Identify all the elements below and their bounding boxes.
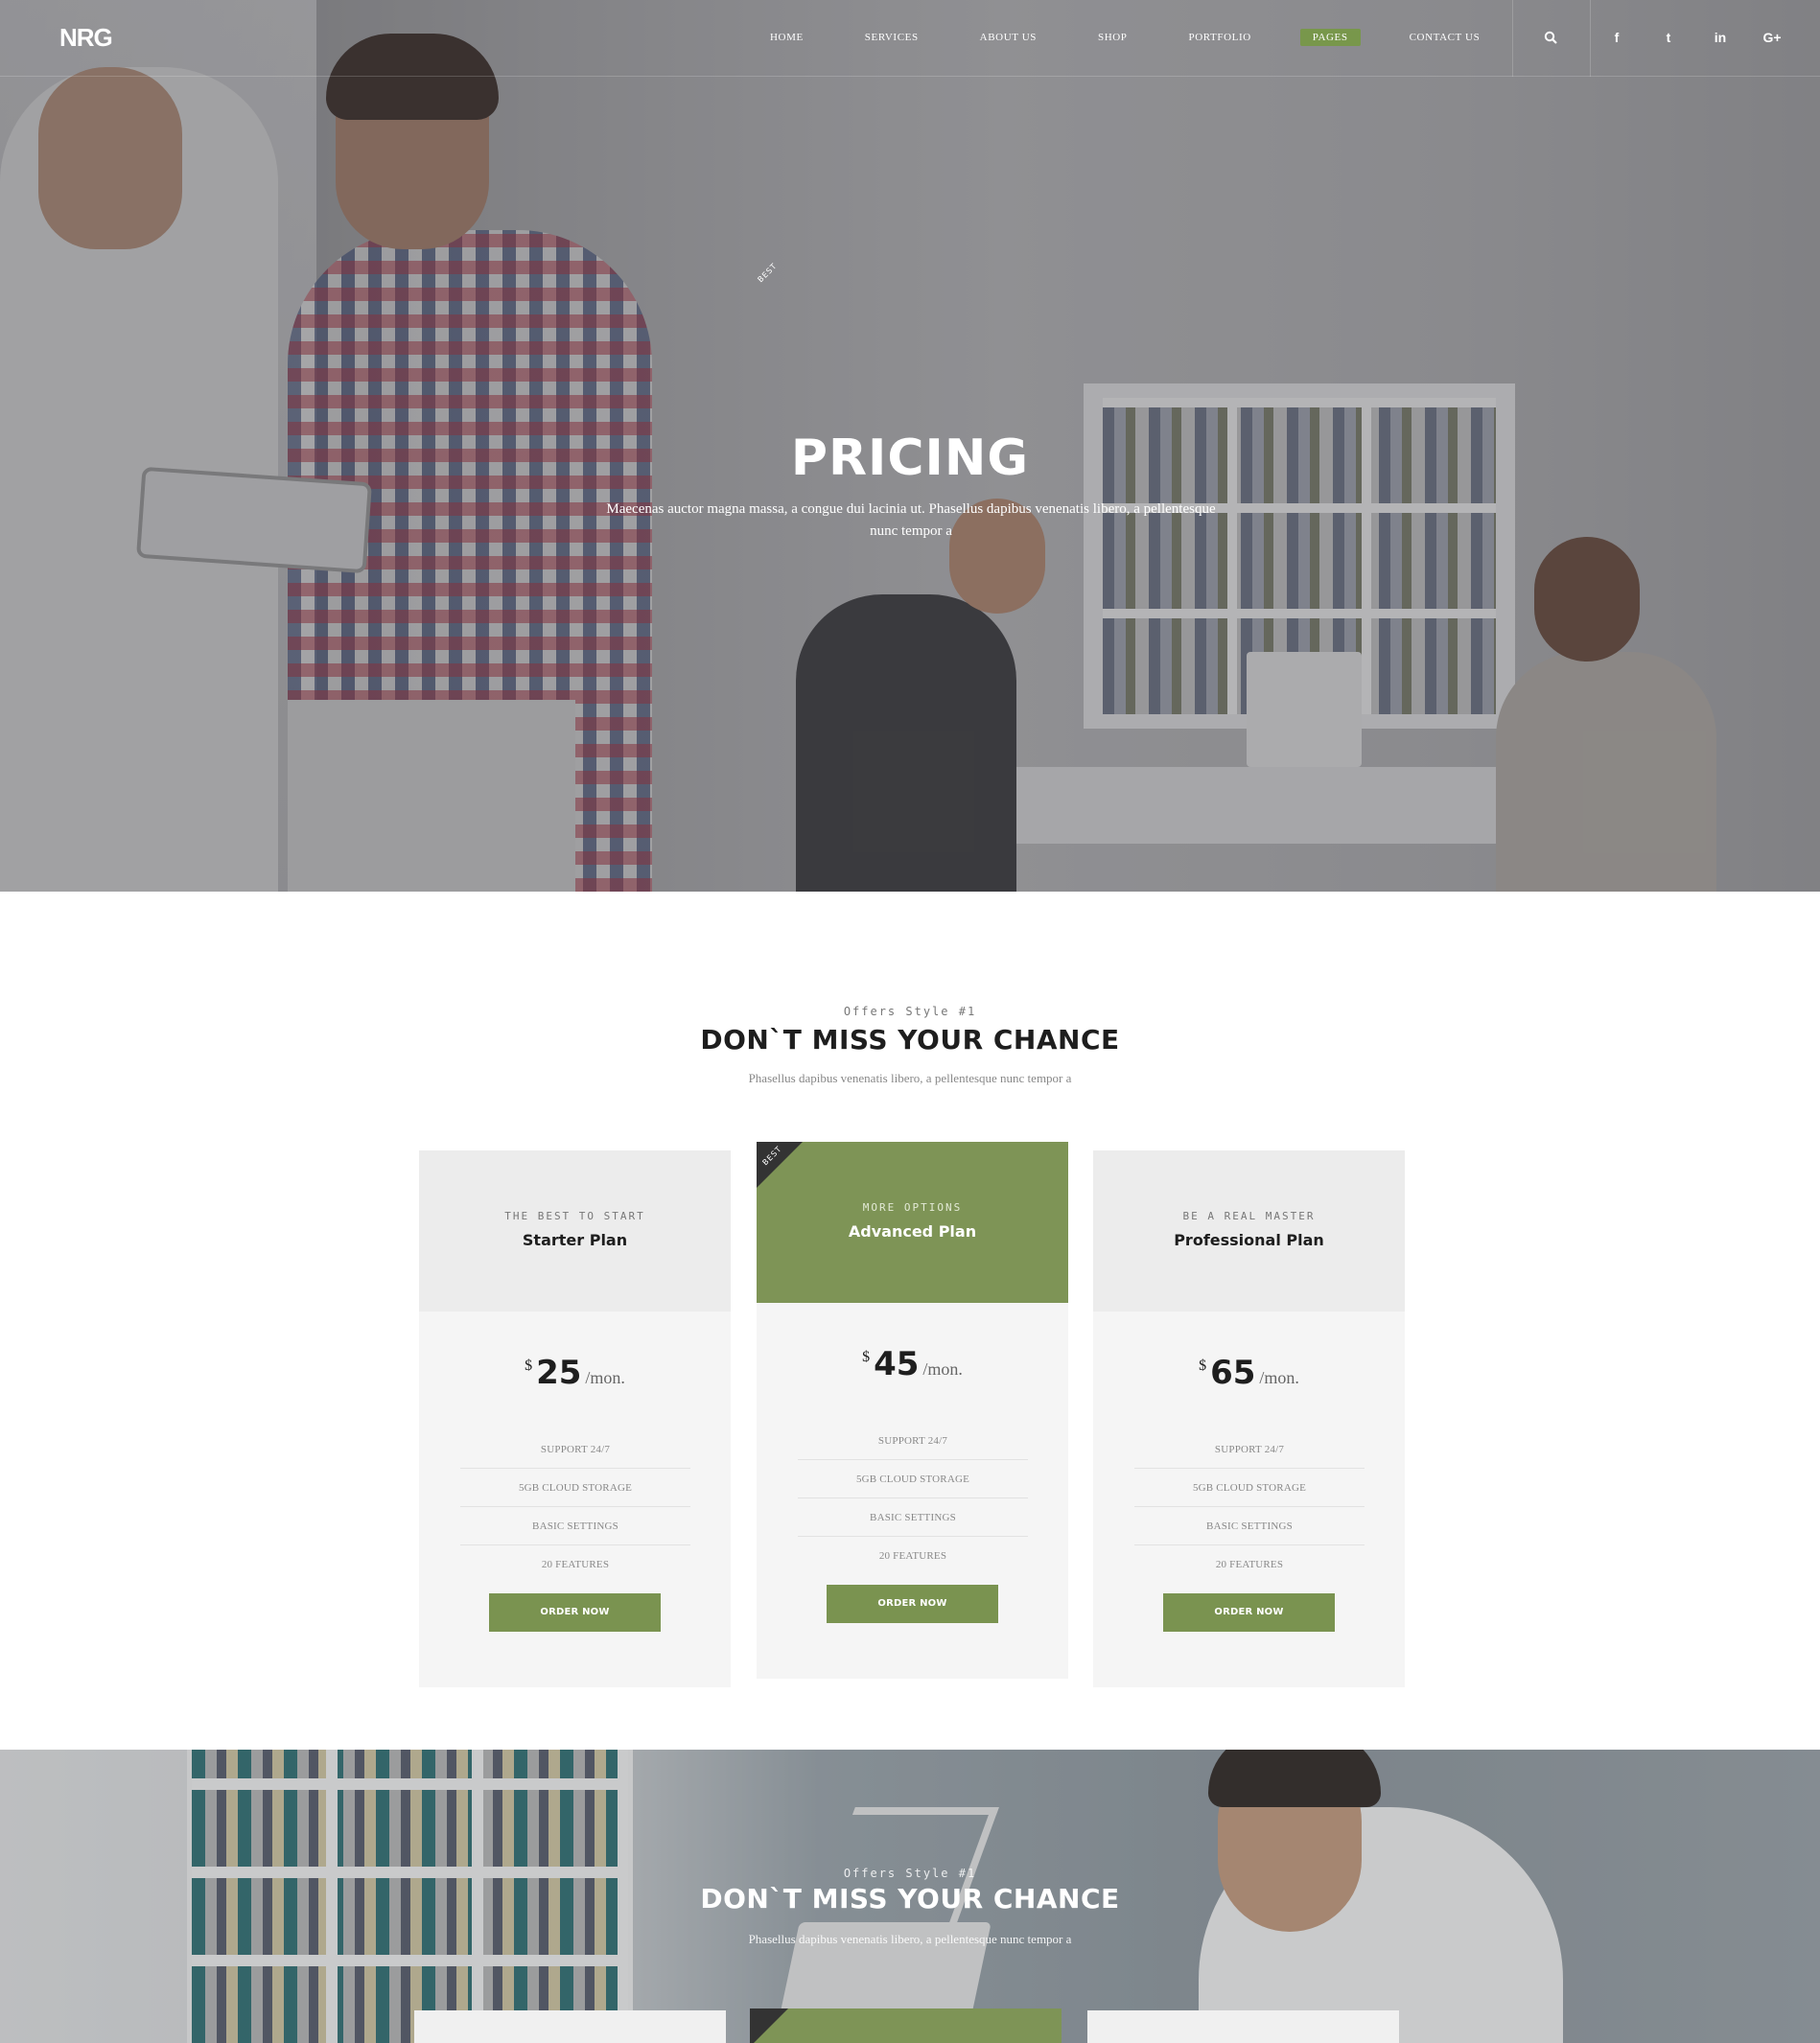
offers-title: DON`T MISS YOUR CHANCE — [700, 1024, 1120, 1056]
nav-divider — [1590, 0, 1591, 77]
price-currency: $ — [525, 1358, 533, 1374]
pricing-card-header: BEST MORE OPTIONS Advanced Plan — [757, 1142, 1068, 1303]
google-plus-icon[interactable]: G+ — [1760, 25, 1785, 50]
plan-name: Advanced Plan — [848, 1222, 977, 1241]
price-amount: 45 — [874, 1345, 920, 1383]
menu-item-about-us[interactable]: ABOUT US — [968, 29, 1049, 46]
plan-features: SUPPORT 24/7 5GB CLOUD STORAGE BASIC SET… — [798, 1422, 1028, 1575]
plan-price: $ 45 /mon. — [757, 1345, 1068, 1383]
logo[interactable]: NRG — [59, 23, 113, 53]
menu-item-services[interactable]: SERVICES — [852, 29, 931, 46]
facebook-icon[interactable]: f — [1604, 25, 1629, 50]
feature-item: SUPPORT 24/7 — [1134, 1430, 1365, 1469]
order-now-button[interactable]: ORDER NOW — [827, 1585, 998, 1623]
hero-title: PRICING — [790, 429, 1030, 487]
price-period: /mon. — [585, 1368, 625, 1387]
feature-item: 5GB CLOUD STORAGE — [460, 1469, 690, 1507]
banner-card-featured — [750, 2008, 1062, 2043]
price-period: /mon. — [1259, 1368, 1299, 1387]
feature-item: BASIC SETTINGS — [1134, 1507, 1365, 1545]
feature-item: 20 FEATURES — [878, 1550, 947, 1562]
banner-card-left — [414, 2010, 726, 2043]
plan-features: SUPPORT 24/7 5GB CLOUD STORAGE BASIC SET… — [1134, 1430, 1365, 1584]
price-amount: 65 — [1210, 1354, 1256, 1392]
menu-item-pages[interactable]: PAGES — [1299, 29, 1361, 46]
feature-item: 20 FEATURES — [1215, 1559, 1284, 1570]
order-now-button[interactable]: ORDER NOW — [1163, 1593, 1335, 1632]
plan-price: $ 25 /mon. — [419, 1354, 731, 1392]
banner-title: DON`T MISS YOUR CHANCE — [700, 1883, 1120, 1915]
feature-item: 5GB CLOUD STORAGE — [1134, 1469, 1365, 1507]
menu-item-home[interactable]: HOME — [758, 29, 816, 46]
order-now-button[interactable]: ORDER NOW — [489, 1593, 661, 1632]
plan-name: Starter Plan — [522, 1231, 628, 1249]
plan-name: Professional Plan — [1174, 1231, 1324, 1249]
feature-item: BASIC SETTINGS — [460, 1507, 690, 1545]
price-period: /mon. — [922, 1359, 963, 1379]
banner-eyebrow: Offers Style #1 — [843, 1867, 977, 1880]
search-icon[interactable] — [1538, 25, 1563, 50]
feature-item: 5GB CLOUD STORAGE — [798, 1460, 1028, 1498]
pricing-card-header: BE A REAL MASTER Professional Plan — [1093, 1150, 1405, 1312]
plan-features: SUPPORT 24/7 5GB CLOUD STORAGE BASIC SET… — [460, 1430, 690, 1584]
price-amount: 25 — [536, 1354, 582, 1392]
feature-item: 20 FEATURES — [541, 1559, 610, 1570]
feature-item: BASIC SETTINGS — [798, 1498, 1028, 1537]
price-currency: $ — [1199, 1358, 1207, 1374]
offers-subtitle: Phasellus dapibus venenatis libero, a pe… — [748, 1071, 1072, 1085]
menu-item-portfolio[interactable]: PORTFOLIO — [1177, 29, 1264, 46]
pricing-card-starter: THE BEST TO START Starter Plan $ 25 /mon… — [419, 1150, 731, 1687]
top-navbar: NRG HOME SERVICES ABOUT US SHOP PORTFOLI… — [0, 0, 1820, 77]
plan-price: $ 65 /mon. — [1093, 1354, 1405, 1392]
pricing-card-advanced: BEST MORE OPTIONS Advanced Plan $ 45 /mo… — [757, 1142, 1068, 1679]
menu-item-shop[interactable]: SHOP — [1085, 29, 1140, 46]
menu-item-contact-us[interactable]: CONTACT US — [1397, 29, 1493, 46]
price-currency: $ — [862, 1349, 871, 1365]
banner-best-ribbon — [750, 2008, 788, 2043]
feature-item: SUPPORT 24/7 — [798, 1422, 1028, 1460]
offers-eyebrow: Offers Style #1 — [843, 1005, 977, 1018]
nav-divider — [1512, 0, 1513, 77]
plan-eyebrow: MORE OPTIONS — [862, 1201, 963, 1214]
banner-subtitle: Phasellus dapibus venenatis libero, a pe… — [748, 1932, 1072, 1946]
plan-eyebrow: BE A REAL MASTER — [1182, 1210, 1316, 1222]
plan-eyebrow: THE BEST TO START — [504, 1210, 645, 1222]
linkedin-icon[interactable]: in — [1708, 25, 1733, 50]
twitter-icon[interactable]: t — [1656, 25, 1681, 50]
pricing-card-header: THE BEST TO START Starter Plan — [419, 1150, 731, 1312]
banner-card-right — [1087, 2010, 1399, 2043]
hero-subtitle: Maecenas auctor magna massa, a congue du… — [606, 501, 1216, 539]
main-menu: HOME SERVICES ABOUT US SHOP PORTFOLIO PA… — [758, 29, 1528, 46]
pricing-card-professional: BE A REAL MASTER Professional Plan $ 65 … — [1093, 1150, 1405, 1687]
feature-item: SUPPORT 24/7 — [460, 1430, 690, 1469]
